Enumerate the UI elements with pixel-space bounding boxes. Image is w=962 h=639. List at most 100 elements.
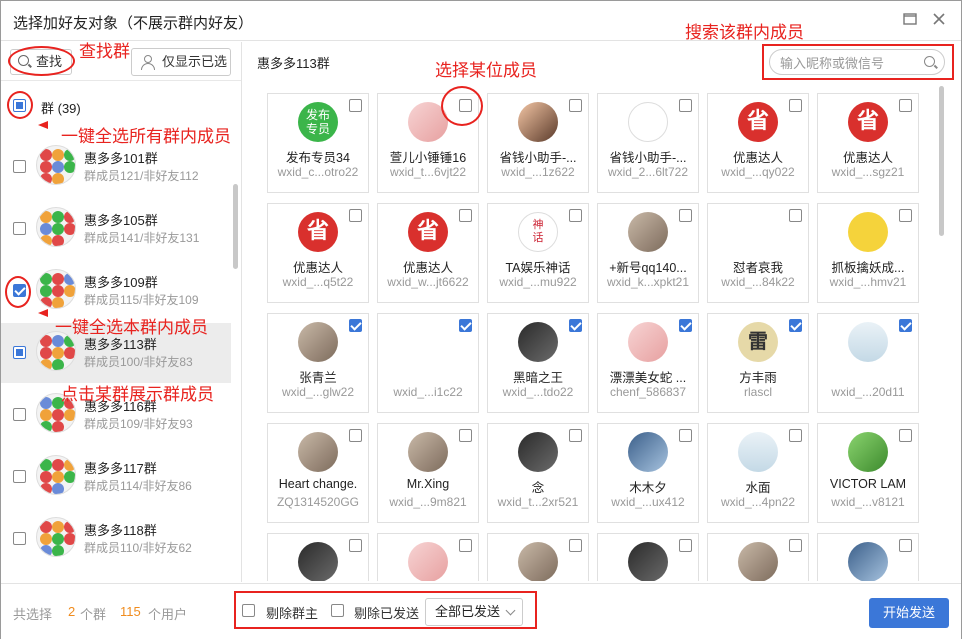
member-checkbox[interactable] bbox=[789, 319, 802, 332]
member-grid-scrollbar[interactable] bbox=[939, 86, 944, 236]
group-name: 惠多多105群 bbox=[84, 213, 158, 228]
member-wxid: wxid_...20d11 bbox=[831, 385, 905, 399]
member-card[interactable]: 省优惠达人 wxid_...sgz21 bbox=[817, 93, 919, 193]
member-checkbox[interactable] bbox=[789, 209, 802, 222]
member-card[interactable]: wxid_...i1c22 bbox=[377, 313, 479, 413]
member-card[interactable]: wxid_...20d11 bbox=[817, 313, 919, 413]
member-checkbox[interactable] bbox=[679, 319, 692, 332]
selected-user-count: 115 bbox=[120, 604, 141, 619]
group-row[interactable]: 惠多多109群 群成员115/非好友109 bbox=[1, 261, 231, 321]
member-card[interactable]: 漂漂美女蛇 ... chenf_586837 bbox=[597, 313, 699, 413]
member-checkbox[interactable] bbox=[569, 319, 582, 332]
group-checkbox[interactable] bbox=[13, 408, 26, 421]
selected-group-unit: 个群 bbox=[80, 607, 107, 622]
member-card[interactable]: Heart change. ZQ1314520GG bbox=[267, 423, 369, 523]
member-card[interactable]: 抓板擒妖成... wxid_...hmv21 bbox=[817, 203, 919, 303]
member-card[interactable]: VICTOR LAM wxid_...v8121 bbox=[817, 423, 919, 523]
member-checkbox[interactable] bbox=[899, 429, 912, 442]
group-avatar bbox=[36, 269, 76, 309]
member-checkbox[interactable] bbox=[789, 539, 802, 552]
member-checkbox[interactable] bbox=[349, 99, 362, 112]
start-send-button[interactable]: 开始发送 bbox=[869, 598, 949, 628]
member-card[interactable]: 省优惠达人 wxid_...qy022 bbox=[707, 93, 809, 193]
member-card[interactable]: 木木夕 wxid_...ux412 bbox=[597, 423, 699, 523]
select-all-groups-row[interactable]: 群 (39) bbox=[1, 94, 241, 118]
member-card[interactable]: 省优惠达人 wxid_...q5t22 bbox=[267, 203, 369, 303]
group-checkbox[interactable] bbox=[13, 222, 26, 235]
member-avatar: 雷 bbox=[738, 322, 778, 362]
member-wxid: wxid_t...2xr521 bbox=[497, 495, 579, 509]
member-card[interactable]: 念 wxid_t...2xr521 bbox=[487, 423, 589, 523]
member-avatar: 省 bbox=[408, 212, 448, 252]
member-checkbox[interactable] bbox=[899, 209, 912, 222]
member-wxid: wxid_...v8121 bbox=[831, 495, 905, 509]
member-card[interactable]: 发布 专员 发布专员34 wxid_c...otro22 bbox=[267, 93, 369, 193]
member-card[interactable] bbox=[377, 533, 479, 581]
member-checkbox[interactable] bbox=[569, 99, 582, 112]
member-checkbox[interactable] bbox=[899, 99, 912, 112]
only-selected-label: 仅显示已选 bbox=[162, 54, 228, 69]
member-checkbox[interactable] bbox=[899, 319, 912, 332]
member-card[interactable]: Mr.Xing wxid_...9m821 bbox=[377, 423, 479, 523]
member-checkbox[interactable] bbox=[569, 539, 582, 552]
member-card[interactable] bbox=[487, 533, 589, 581]
member-nickname: 方丰雨 bbox=[739, 371, 777, 385]
member-checkbox[interactable] bbox=[679, 429, 692, 442]
only-selected-button[interactable]: 仅显示已选 bbox=[131, 48, 231, 76]
member-card[interactable]: 雷方丰雨 rlascl bbox=[707, 313, 809, 413]
member-nickname: 怼者哀我 bbox=[732, 261, 783, 275]
member-checkbox[interactable] bbox=[569, 209, 582, 222]
maximize-icon[interactable] bbox=[901, 11, 919, 29]
group-row[interactable]: 惠多多118群 群成员110/非好友62 bbox=[1, 509, 231, 569]
member-checkbox[interactable] bbox=[679, 99, 692, 112]
member-avatar: 省 bbox=[848, 102, 888, 142]
member-checkbox[interactable] bbox=[679, 539, 692, 552]
member-checkbox[interactable] bbox=[459, 539, 472, 552]
group-checkbox[interactable] bbox=[13, 532, 26, 545]
annotation-circle-find bbox=[8, 46, 75, 76]
title-bar: 选择加好友对象（不展示群内好友） bbox=[1, 1, 961, 41]
member-checkbox[interactable] bbox=[789, 99, 802, 112]
member-checkbox[interactable] bbox=[569, 429, 582, 442]
member-card[interactable] bbox=[267, 533, 369, 581]
group-member-stats: 群成员100/非好友83 bbox=[84, 355, 193, 369]
group-row[interactable]: 惠多多105群 群成员141/非好友131 bbox=[1, 199, 231, 259]
group-list-scrollbar[interactable] bbox=[233, 184, 238, 269]
member-card[interactable]: 怼者哀我 wxid_...84k22 bbox=[707, 203, 809, 303]
member-nickname: 木木夕 bbox=[629, 481, 667, 495]
member-avatar bbox=[848, 322, 888, 362]
member-wxid: wxid_...qy022 bbox=[721, 165, 795, 179]
member-checkbox[interactable] bbox=[789, 429, 802, 442]
member-card[interactable]: 水面 wxid_...4pn22 bbox=[707, 423, 809, 523]
member-card[interactable] bbox=[597, 533, 699, 581]
current-group-title: 惠多多113群 bbox=[257, 56, 330, 71]
member-checkbox[interactable] bbox=[349, 209, 362, 222]
member-checkbox[interactable] bbox=[349, 319, 362, 332]
member-card[interactable]: 省钱小助手-... wxid_...1z622 bbox=[487, 93, 589, 193]
member-nickname: 黑暗之王 bbox=[512, 371, 563, 385]
member-card[interactable]: 省优惠达人 wxid_w...jt6622 bbox=[377, 203, 479, 303]
member-card[interactable] bbox=[707, 533, 809, 581]
member-card[interactable]: 黑暗之王 wxid_...tdo22 bbox=[487, 313, 589, 413]
group-checkbox[interactable] bbox=[13, 346, 26, 359]
member-checkbox[interactable] bbox=[459, 429, 472, 442]
member-card[interactable]: 张青兰 wxid_...glw22 bbox=[267, 313, 369, 413]
member-checkbox[interactable] bbox=[349, 539, 362, 552]
member-card[interactable]: 神 话 TA娱乐神话 wxid_...mu922 bbox=[487, 203, 589, 303]
member-checkbox[interactable] bbox=[459, 209, 472, 222]
member-checkbox[interactable] bbox=[679, 209, 692, 222]
close-icon[interactable] bbox=[930, 11, 948, 29]
member-card[interactable]: +新号qq140... wxid_k...xpkt21 bbox=[597, 203, 699, 303]
member-card[interactable]: 省钱小助手-... wxid_2...6lt722 bbox=[597, 93, 699, 193]
dialog-title: 选择加好友对象（不展示群内好友） bbox=[13, 15, 254, 32]
member-checkbox[interactable] bbox=[349, 429, 362, 442]
group-row[interactable]: 惠多多117群 群成员114/非好友86 bbox=[1, 447, 231, 507]
member-nickname: 张青兰 bbox=[299, 371, 337, 385]
member-checkbox[interactable] bbox=[899, 539, 912, 552]
group-checkbox[interactable] bbox=[13, 160, 26, 173]
member-checkbox[interactable] bbox=[459, 319, 472, 332]
member-grid: 发布 专员 发布专员34 wxid_c...otro22 萱儿小锤锤16 wxid_t.… bbox=[256, 81, 946, 581]
annotation-circle-all bbox=[7, 91, 33, 119]
member-card[interactable] bbox=[817, 533, 919, 581]
group-checkbox[interactable] bbox=[13, 470, 26, 483]
